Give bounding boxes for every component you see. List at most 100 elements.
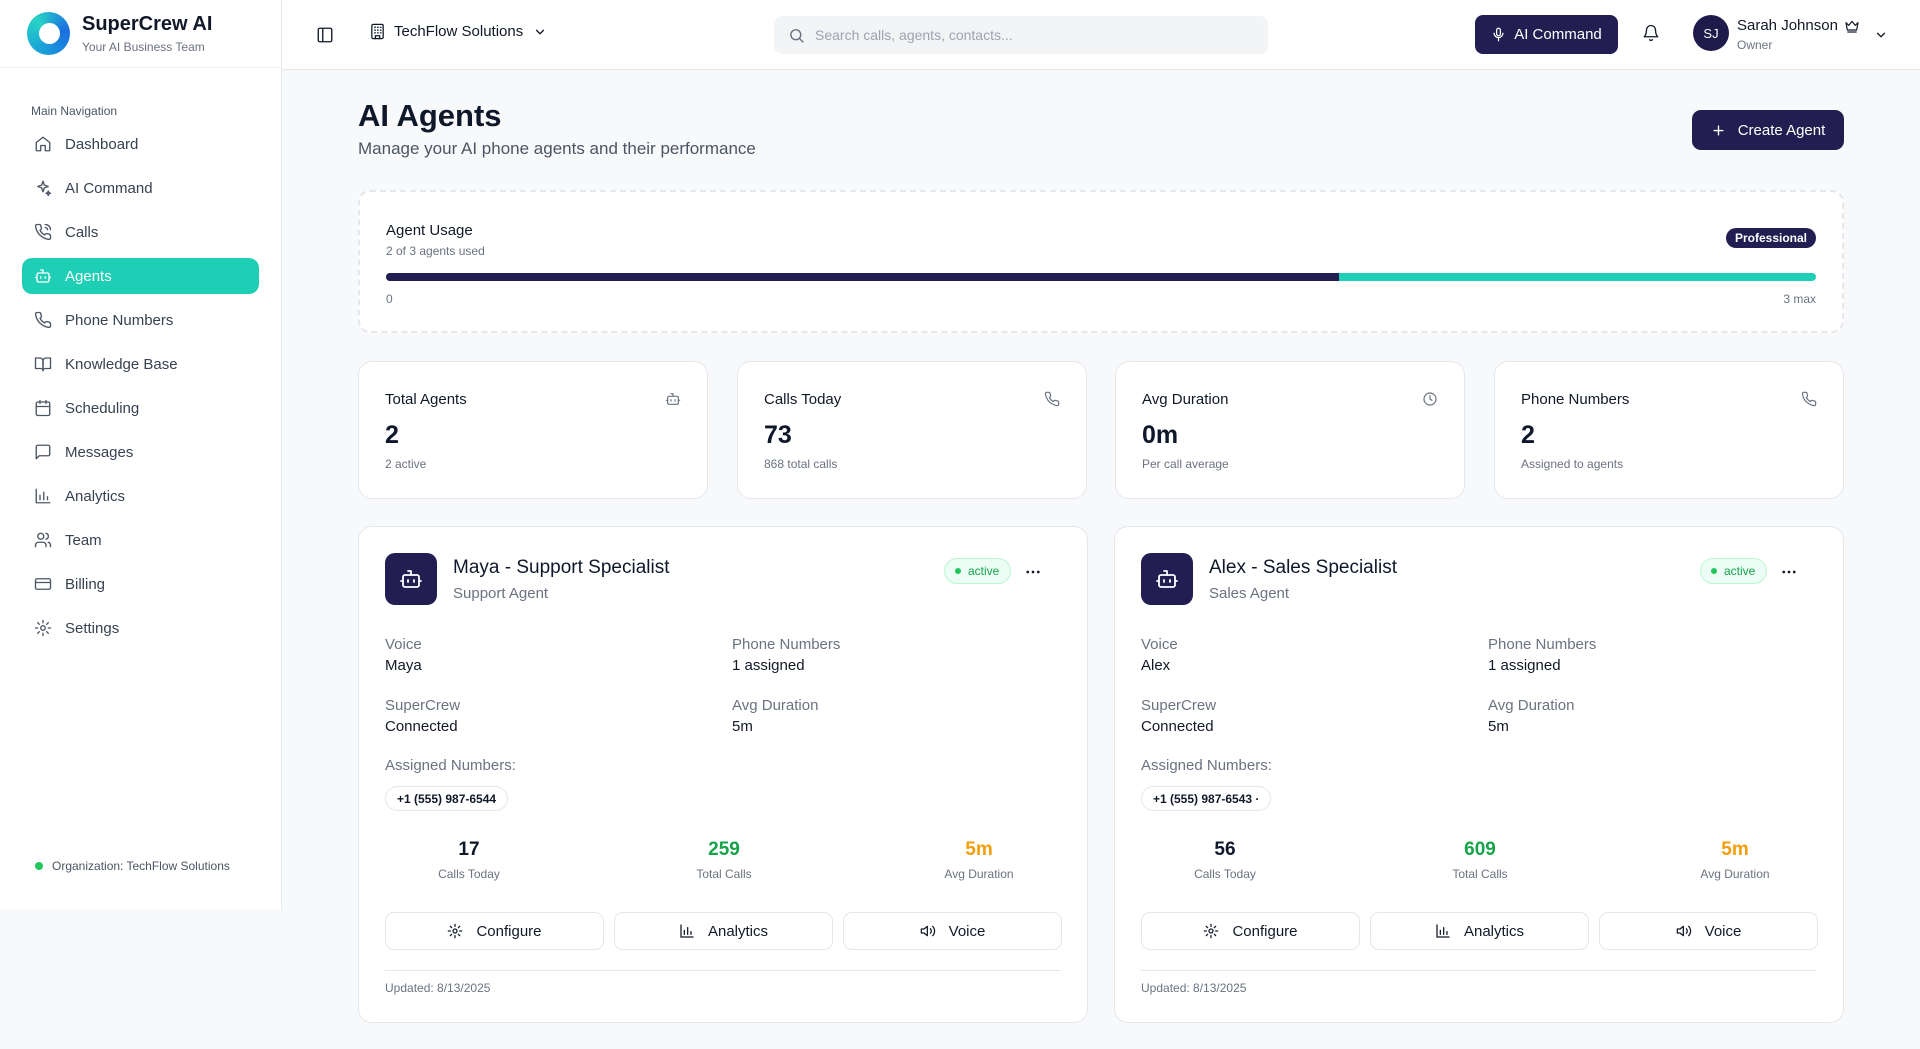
configure-label: Configure — [476, 922, 542, 940]
metric-value: 5m — [1721, 839, 1749, 860]
metric-value: 609 — [1464, 839, 1496, 860]
agent-card-maya: Maya - Support Specialist Support Agent … — [358, 526, 1088, 1023]
search-input[interactable] — [815, 27, 1235, 43]
sidebar-item-dashboard[interactable]: Dashboard — [22, 126, 259, 162]
bot-icon — [400, 570, 422, 588]
supercrew-value: Connected — [385, 718, 458, 735]
agent-usage-card: Agent Usage 2 of 3 agents used Professio… — [358, 190, 1844, 333]
phone-number-chip: +1 (555) 987-6544 — [385, 786, 509, 811]
more-options-button[interactable] — [1024, 563, 1042, 581]
nav-header: Main Navigation — [31, 104, 118, 118]
avg-duration-value: 5m — [732, 718, 753, 735]
calendar-icon — [35, 399, 51, 417]
avatar[interactable]: SJ — [1693, 15, 1729, 51]
sidebar-item-team[interactable]: Team — [22, 522, 259, 558]
agent-type: Support Agent — [453, 585, 549, 602]
status-label: active — [1724, 564, 1756, 578]
stat-value: 0m — [1142, 421, 1179, 449]
more-options-button[interactable] — [1780, 563, 1798, 581]
create-agent-button[interactable]: Create Agent — [1692, 110, 1844, 150]
sidebar-item-billing[interactable]: Billing — [22, 566, 259, 602]
brand[interactable]: SuperCrew AI Your AI Business Team — [0, 0, 281, 68]
sidebar-item-label: Team — [65, 531, 102, 549]
configure-label: Configure — [1232, 922, 1298, 940]
updated-timestamp: Updated: 8/13/2025 — [1141, 981, 1247, 995]
notifications-button[interactable] — [1642, 24, 1660, 42]
search-icon — [790, 28, 804, 43]
ai-command-button[interactable]: AI Command — [1475, 15, 1618, 54]
divider — [1141, 970, 1817, 971]
sidebar-item-settings[interactable]: Settings — [22, 610, 259, 646]
user-name-row[interactable]: Sarah Johnson — [1737, 17, 1860, 34]
sidebar-item-knowledge-base[interactable]: Knowledge Base — [22, 346, 259, 382]
updated-timestamp: Updated: 8/13/2025 — [385, 981, 491, 995]
chevron-down-icon — [536, 29, 545, 34]
analytics-button[interactable]: Analytics — [614, 912, 833, 950]
clock-icon — [1423, 392, 1437, 406]
usage-subtitle: 2 of 3 agents used — [386, 244, 485, 258]
bar-chart-icon — [680, 924, 694, 938]
phone-number-chip: +1 (555) 987-6543 · — [1141, 786, 1272, 811]
stat-value: 73 — [764, 421, 792, 449]
voice-button[interactable]: Voice — [843, 912, 1062, 950]
divider — [385, 970, 1061, 971]
sidebar-item-messages[interactable]: Messages — [22, 434, 259, 470]
sparkle-icon — [37, 180, 52, 197]
sidebar-toggle-icon — [317, 27, 333, 43]
stat-card-total-agents: Total Agents 2 2 active — [358, 361, 708, 499]
sidebar-item-label: Billing — [65, 575, 106, 593]
metric-avg-duration: 5m Avg Duration — [1645, 839, 1825, 881]
agent-name: Maya - Support Specialist — [453, 557, 670, 578]
search-bar — [774, 16, 1268, 54]
voice-button[interactable]: Voice — [1599, 912, 1818, 950]
analytics-button[interactable]: Analytics — [1370, 912, 1589, 950]
sidebar-toggle-button[interactable] — [316, 26, 334, 44]
stat-title: Total Agents — [385, 391, 467, 408]
agent-card-alex: Alex - Sales Specialist Sales Agent acti… — [1114, 526, 1844, 1023]
sidebar-item-label: Scheduling — [65, 399, 140, 417]
gear-icon — [34, 619, 52, 637]
configure-button[interactable]: Configure — [1141, 912, 1360, 950]
stat-title: Avg Duration — [1142, 391, 1229, 408]
voice-label: Voice — [1141, 636, 1178, 653]
user-name: Sarah Johnson — [1737, 17, 1838, 34]
sidebar-item-scheduling[interactable]: Scheduling — [22, 390, 259, 426]
sidebar-item-agents[interactable]: Agents — [22, 258, 259, 294]
sidebar-item-phone-numbers[interactable]: Phone Numbers — [22, 302, 259, 338]
sidebar-item-label: Messages — [65, 443, 134, 461]
metric-total-calls: 259 Total Calls — [634, 839, 814, 881]
speaker-icon — [920, 925, 935, 937]
phone-numbers-label: Phone Numbers — [732, 636, 841, 653]
metric-value: 259 — [708, 839, 740, 860]
metric-value: 56 — [1214, 839, 1236, 860]
user-menu-button[interactable] — [1874, 28, 1888, 42]
metric-label: Total Calls — [1452, 867, 1508, 881]
home-icon — [35, 136, 51, 152]
stat-card-phone-numbers: Phone Numbers 2 Assigned to agents — [1494, 361, 1844, 499]
stat-subtitle: 868 total calls — [764, 457, 838, 471]
voice-label: Voice — [948, 922, 986, 940]
sidebar-item-analytics[interactable]: Analytics — [22, 478, 259, 514]
configure-button[interactable]: Configure — [385, 912, 604, 950]
metric-label: Avg Duration — [944, 867, 1014, 881]
phone-icon — [34, 311, 52, 329]
company-name: TechFlow Solutions — [394, 23, 524, 40]
metric-label: Total Calls — [696, 867, 752, 881]
stat-card-calls-today: Calls Today 73 868 total calls — [737, 361, 1087, 499]
bot-icon — [665, 393, 681, 405]
sidebar-item-label: Phone Numbers — [65, 311, 174, 329]
phone-numbers-value: 1 assigned — [732, 657, 805, 674]
topbar: TechFlow Solutions AI Command SJ Sarah J… — [282, 0, 1920, 70]
voice-label: Voice — [385, 636, 422, 653]
metric-value: 17 — [458, 839, 480, 860]
company-switcher[interactable]: TechFlow Solutions — [369, 23, 547, 40]
phone-call-icon — [34, 223, 52, 241]
stat-value: 2 — [1521, 421, 1535, 449]
metric-avg-duration: 5m Avg Duration — [889, 839, 1069, 881]
sidebar-item-ai-command[interactable]: AI Command — [22, 170, 259, 206]
crown-icon — [1845, 20, 1859, 33]
sidebar-item-calls[interactable]: Calls — [22, 214, 259, 250]
speaker-icon — [1676, 925, 1691, 937]
phone-numbers-label: Phone Numbers — [1488, 636, 1597, 653]
usage-max-label: 3 max — [1783, 292, 1816, 306]
